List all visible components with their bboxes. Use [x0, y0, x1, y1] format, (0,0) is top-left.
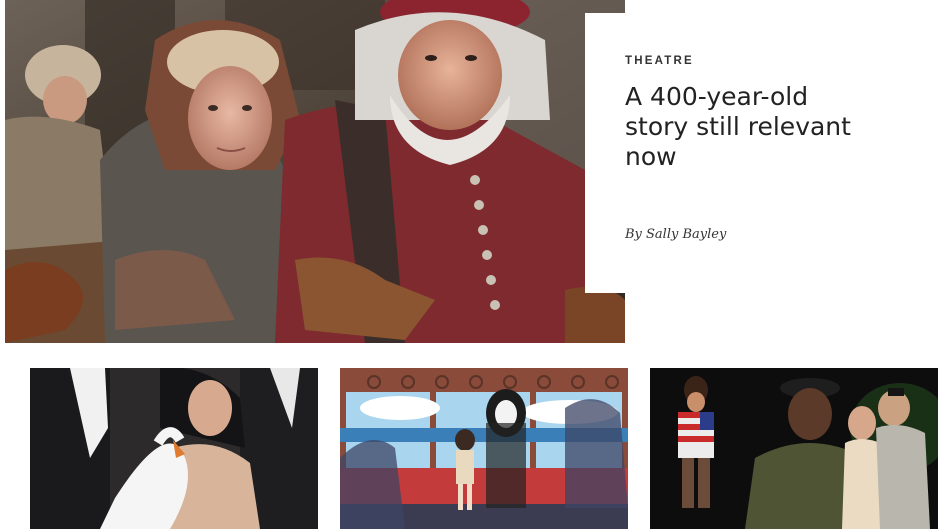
theatre-scene-image	[5, 0, 625, 343]
page: THEATRE A 400-year-old story still relev…	[0, 0, 940, 529]
feature-category[interactable]: THEATRE	[625, 55, 867, 67]
feature-image-link[interactable]	[5, 0, 625, 343]
tile-2-link[interactable]	[340, 368, 628, 529]
feature-card: THEATRE A 400-year-old story still relev…	[585, 13, 885, 293]
tile-1-link[interactable]	[30, 368, 318, 529]
feature-headline[interactable]: A 400-year-old story still relevant now	[625, 82, 865, 172]
tile-3-link[interactable]	[650, 368, 938, 529]
feature-byline: By Sally Bayley	[625, 227, 727, 242]
stage-performers-image	[650, 368, 938, 529]
animated-train-scene-image	[340, 368, 628, 529]
performer-swan-dress-image	[30, 368, 318, 529]
